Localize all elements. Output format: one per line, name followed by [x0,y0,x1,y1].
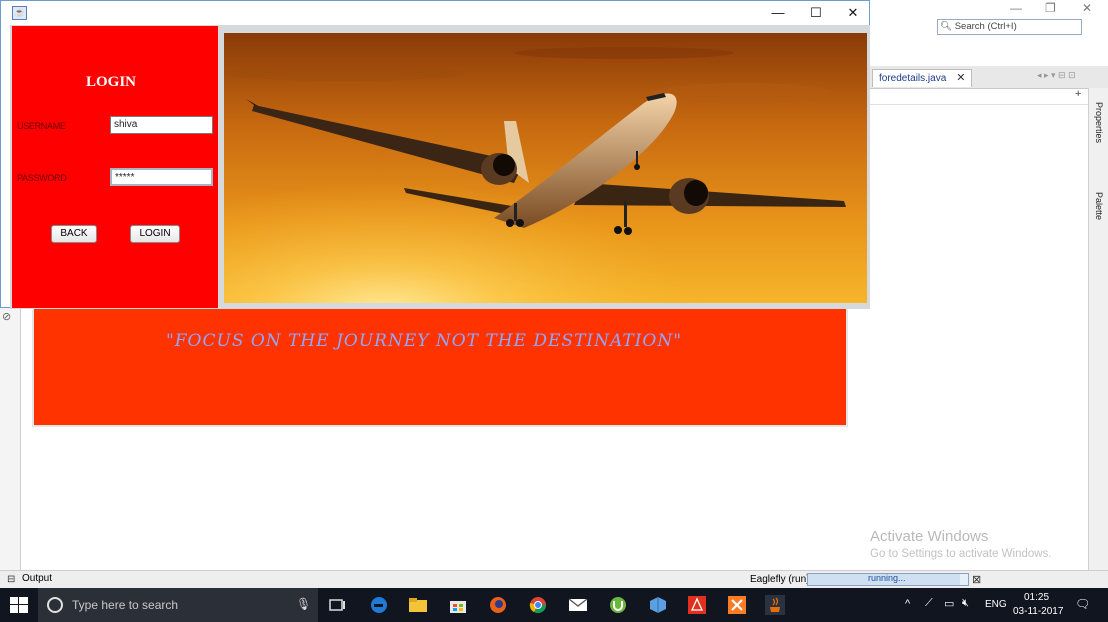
java-app-icon: ☕ [12,6,27,20]
output-window-icon[interactable]: ⊟ [7,574,15,585]
close-icon[interactable]: ✕ [956,72,965,84]
maximize-button[interactable]: ☐ [797,1,835,25]
java-icon[interactable] [765,595,785,615]
clock-date[interactable]: 03-11-2017 [1013,606,1063,617]
password-label: PASSWORD [17,173,67,183]
login-button[interactable]: LOGIN [130,225,180,243]
store-icon[interactable] [448,595,468,615]
microphone-icon[interactable]: 🎙︎ [296,597,311,611]
side-tab-properties[interactable]: Properties [1094,102,1104,143]
run-progress-bar[interactable]: running... [807,573,969,586]
login-titlebar[interactable]: ☕ — ☐ ✕ [1,1,869,25]
xampp-icon[interactable] [727,595,747,615]
quote-banner: "FOCUS ON THE JOURNEY NOT THE DESTINATIO… [32,303,848,427]
search-icon: 🔍︎ [940,21,953,32]
tab-nav-icons[interactable]: ◂ ▸ ▾ ⊟ ⊡ [1037,70,1076,81]
stop-task-icon[interactable]: ⊠ [972,573,981,586]
username-label: USERNAME [17,121,66,131]
task-view-icon[interactable] [328,595,348,615]
ide-minimize-button[interactable]: — [1010,1,1022,15]
mail-icon[interactable] [568,595,588,615]
editor-tab-foredetails[interactable]: foredetails.java ✕ [872,69,973,87]
back-button[interactable]: BACK [51,225,97,243]
add-icon[interactable]: + [1075,88,1081,100]
chrome-icon[interactable] [528,595,548,615]
password-field[interactable]: ***** [110,168,213,186]
airplane-sunset-image [224,33,867,303]
activate-windows-subtitle: Go to Settings to activate Windows. [870,548,1052,560]
login-heading: LOGIN [85,74,136,90]
windows-start-icon[interactable] [10,597,28,613]
edge-icon[interactable] [369,595,389,615]
chevron-up-icon[interactable]: ^ [905,598,910,610]
history-icon[interactable]: ⊘ [2,310,11,323]
username-field[interactable]: shiva [110,116,213,134]
firefox-icon[interactable] [488,595,508,615]
utorrent-icon[interactable] [608,595,628,615]
progress-text: running... [868,573,906,583]
ide-search-field[interactable]: 🔍︎ Search (Ctrl+I) [937,19,1082,35]
volume-muted-icon[interactable]: 🔇︎ [962,597,969,610]
ide-restore-button[interactable]: ❐ [1045,1,1056,15]
cortana-icon [47,597,63,613]
login-form-panel: LOGIN USERNAME shiva PASSWORD ***** BACK… [12,26,218,308]
login-window: ☕ — ☐ ✕ LOGIN USERNAME shiva PASSWORD **… [0,0,870,309]
acrobat-icon[interactable] [687,595,707,615]
clock-time[interactable]: 01:25 [1024,592,1049,603]
ide-search-placeholder: Search (Ctrl+I) [954,21,1017,32]
ide-right-sidebar: Properties Palette [1088,88,1108,573]
battery-icon[interactable]: ▭ [944,597,954,610]
editor-tab-label: foredetails.java [879,73,947,84]
language-indicator[interactable]: ENG [985,599,1007,610]
ide-editor-toolbar [870,88,1088,105]
notification-center-icon[interactable]: 🗨︎ [1075,597,1090,611]
ide-status-bar: ⊟ Output Eaglefly (run) running... ⊠ [0,570,1108,589]
run-task-label: Eaglefly (run) [750,574,810,585]
virtualbox-icon[interactable] [648,595,668,615]
network-icon[interactable]: ⟋ [925,597,933,610]
ide-close-button[interactable]: ✕ [1082,1,1092,15]
quote-text: "FOCUS ON THE JOURNEY NOT THE DESTINATIO… [165,331,683,351]
output-tab[interactable]: Output [22,573,52,584]
taskbar-search-placeholder: Type here to search [72,598,179,612]
file-explorer-icon[interactable] [408,595,428,615]
taskbar-search-box[interactable]: Type here to search 🎙︎ [38,588,318,622]
close-button[interactable]: ✕ [834,1,872,25]
airplane-photo [224,33,867,303]
minimize-button[interactable]: — [759,1,797,25]
side-tab-palette[interactable]: Palette [1094,192,1104,220]
activate-windows-title: Activate Windows [870,528,989,545]
windows-taskbar: Type here to search 🎙︎ ^ ⟋ ▭ 🔇︎ ENG 01:2… [0,588,1108,622]
